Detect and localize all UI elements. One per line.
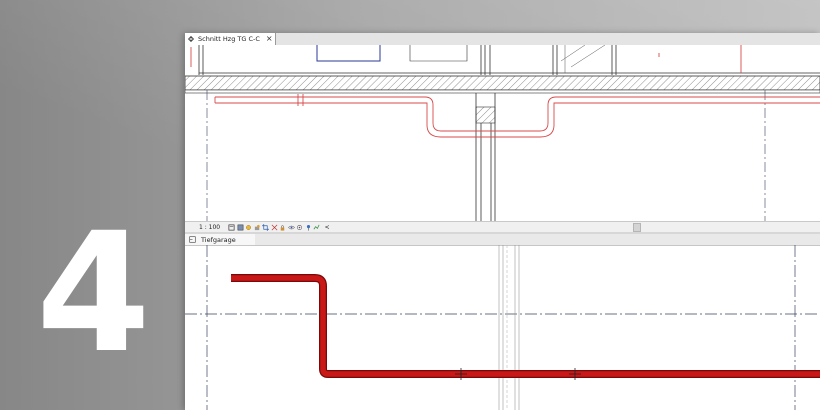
analysis-icon[interactable] bbox=[313, 224, 320, 231]
view-scale[interactable]: 1 : 100 bbox=[199, 224, 220, 231]
upper-windows bbox=[316, 45, 606, 73]
section-drawing-canvas[interactable] bbox=[185, 45, 820, 221]
lock-icon[interactable] bbox=[279, 224, 286, 231]
step-number: 4 bbox=[36, 197, 151, 389]
horizontal-scrollbar-thumb[interactable] bbox=[633, 223, 641, 232]
tab-section-label: Schnitt Hzg TG C-C bbox=[198, 35, 260, 43]
hide-icon[interactable] bbox=[287, 224, 295, 231]
view-tab-strip: Schnitt Hzg TG C-C × bbox=[185, 33, 820, 45]
shadows-icon[interactable] bbox=[254, 224, 261, 231]
pin-icon[interactable] bbox=[305, 224, 312, 231]
floor-plan-icon bbox=[189, 236, 196, 243]
show-crop-icon[interactable] bbox=[271, 224, 278, 231]
heating-pipe-section bbox=[214, 94, 820, 138]
page-icon[interactable] bbox=[228, 224, 235, 231]
section-view-icon bbox=[188, 36, 194, 42]
close-tab-icon[interactable]: × bbox=[266, 35, 273, 43]
crop-icon[interactable] bbox=[262, 224, 270, 231]
visual-style-icon[interactable] bbox=[237, 224, 244, 231]
tab-plan-view[interactable]: Tiefgarage bbox=[185, 234, 255, 245]
tab-plan-label: Tiefgarage bbox=[201, 235, 236, 244]
eye-icon[interactable] bbox=[296, 224, 303, 231]
plan-drawing-canvas[interactable] bbox=[185, 245, 820, 410]
revit-window: Schnitt Hzg TG C-C × 1: 100 < Tiefgarag… bbox=[185, 33, 820, 410]
plan-gridlines bbox=[185, 245, 820, 410]
plan-column bbox=[498, 245, 520, 410]
floor-slab bbox=[185, 75, 820, 94]
tab-section-view[interactable]: Schnitt Hzg TG C-C × bbox=[185, 33, 276, 45]
heating-pipe-plan bbox=[231, 274, 820, 378]
upper-red-marks bbox=[190, 45, 742, 73]
sun-path-icon[interactable] bbox=[245, 224, 252, 231]
scroll-left-icon[interactable]: < bbox=[325, 224, 330, 231]
column bbox=[475, 93, 496, 221]
upper-wall-lines bbox=[198, 45, 820, 75]
